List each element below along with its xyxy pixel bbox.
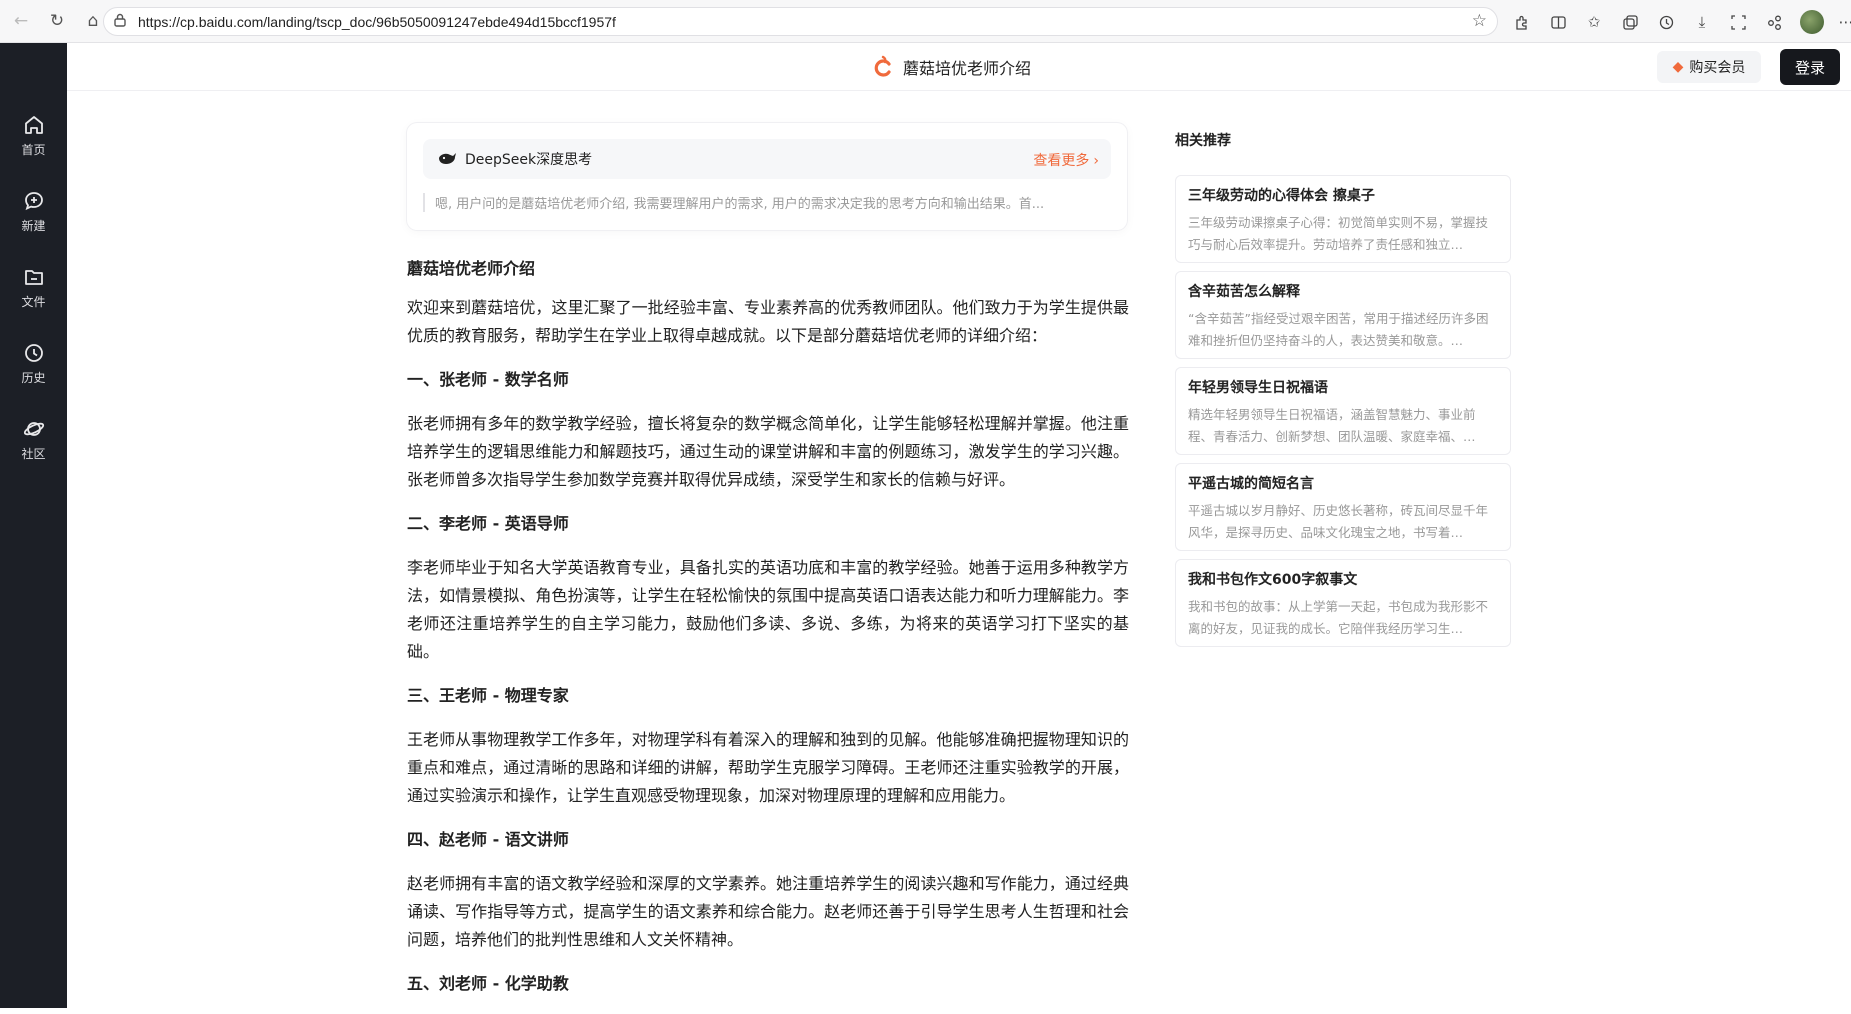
recommendation-card[interactable]: 平遥古城的简短名言 平遥古城以岁月静好、历史悠长著称，砖瓦间尽显千年风华，是探寻…: [1175, 463, 1511, 551]
sidebar-item-label: 新建: [21, 219, 46, 233]
reload-icon[interactable]: ↻: [42, 6, 72, 36]
section-heading: 二、李老师 - 英语导师: [407, 514, 569, 533]
recommendations-list: 三年级劳动的心得体会 擦桌子 三年级劳动课擦桌子心得：初觉简单实则不易，掌握技巧…: [1175, 175, 1511, 655]
folder-icon: [24, 270, 43, 285]
view-more-link[interactable]: 查看更多 ›: [1033, 150, 1099, 170]
recommendation-snippet: 三年级劳动课擦桌子心得：初觉简单实则不易，掌握技巧与耐心后效率提升。劳动培养了责…: [1188, 215, 1489, 252]
extensions-icon[interactable]: [1508, 8, 1536, 36]
history-icon[interactable]: [1652, 8, 1680, 36]
profile-avatar[interactable]: [1800, 10, 1824, 34]
site-info-icon[interactable]: [114, 13, 132, 30]
address-bar[interactable]: https://cp.baidu.com/landing/tscp_doc/96…: [103, 7, 1498, 36]
recommendation-title: 三年级劳动的心得体会 擦桌子: [1188, 188, 1375, 204]
favorite-star-icon[interactable]: ☆: [1472, 11, 1487, 31]
page-title: 蘑菇培优老师介绍: [903, 59, 1032, 78]
app-sidebar: 首页 新建 文件 历史 社区: [0, 43, 67, 1008]
more-menu-icon[interactable]: ⋯: [1832, 8, 1851, 36]
section-body: 张老师拥有多年的数学教学经验，擅长将复杂的数学概念简单化，让学生能够轻松理解并掌…: [407, 414, 1129, 489]
home-icon: [24, 116, 43, 134]
section-heading: 五、刘老师 - 化学助教: [407, 974, 569, 993]
sidebar-item-community[interactable]: 社区: [0, 417, 67, 477]
back-icon[interactable]: ←: [6, 6, 36, 36]
downloads-icon[interactable]: ⤓: [1688, 8, 1716, 36]
section-body: 赵老师拥有丰富的语文教学经验和深厚的文学素养。她注重培养学生的阅读兴趣和写作能力…: [407, 874, 1129, 949]
deepseek-header: DeepSeek深度思考 查看更多 ›: [423, 139, 1111, 179]
section-heading: 一、张老师 - 数学名师: [407, 370, 569, 389]
section-heading: 三、王老师 - 物理专家: [407, 686, 569, 705]
recommendation-snippet: 精选年轻男领导生日祝福语，涵盖智慧魅力、事业前程、青春活力、创新梦想、团队温暖、…: [1188, 407, 1476, 444]
planet-icon: [23, 422, 44, 436]
recommendations-title: 相关推荐: [1175, 133, 1231, 149]
buy-membership-label: 购买会员: [1689, 60, 1746, 76]
recommendation-title: 平遥古城的简短名言: [1188, 476, 1314, 492]
recommendation-title: 含辛茹苦怎么解释: [1188, 284, 1300, 300]
share-icon[interactable]: [1760, 8, 1788, 36]
screenshot-icon[interactable]: [1724, 8, 1752, 36]
buy-membership-button[interactable]: ◆ 购买会员: [1657, 51, 1761, 83]
article-title: 蘑菇培优老师介绍: [407, 259, 536, 278]
collections-icon[interactable]: [1616, 8, 1644, 36]
favorites-icon[interactable]: ✩: [1580, 8, 1608, 36]
sidebar-item-label: 文件: [21, 295, 46, 309]
section-body: 王老师从事物理教学工作多年，对物理学科有着深入的理解和独到的见解。他能够准确把握…: [407, 730, 1129, 805]
deepseek-excerpt: 嗯, 用户问的是蘑菇培优老师介绍, 我需要理解用户的需求, 用户的需求决定我的思…: [423, 193, 1103, 212]
article-content: 蘑菇培优老师介绍 欢迎来到蘑菇培优，这里汇聚了一批经验丰富、专业素养高的优秀教师…: [407, 252, 1129, 1014]
url-text: https://cp.baidu.com/landing/tscp_doc/96…: [138, 13, 616, 30]
view-more-label: 查看更多: [1033, 153, 1090, 169]
sidebar-item-label: 首页: [21, 143, 46, 157]
diamond-icon: ◆: [1672, 59, 1684, 75]
recommendation-card[interactable]: 三年级劳动的心得体会 擦桌子 三年级劳动课擦桌子心得：初觉简单实则不易，掌握技巧…: [1175, 175, 1511, 263]
recommendation-card[interactable]: 含辛茹苦怎么解释 “含辛茹苦”指经受过艰辛困苦，常用于描述经历许多困难和挫折但仍…: [1175, 271, 1511, 359]
recommendation-card[interactable]: 年轻男领导生日祝福语 精选年轻男领导生日祝福语，涵盖智慧魅力、事业前程、青春活力…: [1175, 367, 1511, 455]
sidebar-item-label: 社区: [21, 447, 46, 461]
clock-icon: [24, 344, 43, 362]
sidebar-item-files[interactable]: 文件: [0, 265, 67, 325]
recommendation-title: 年轻男领导生日祝福语: [1188, 380, 1328, 396]
new-chat-icon: [24, 192, 43, 211]
sidebar-item-new[interactable]: 新建: [0, 189, 67, 249]
chevron-right-icon: ›: [1093, 153, 1099, 169]
deepseek-thinking-card: DeepSeek深度思考 查看更多 › 嗯, 用户问的是蘑菇培优老师介绍, 我需要…: [407, 123, 1127, 230]
sidebar-item-history[interactable]: 历史: [0, 341, 67, 401]
deepseek-whale-icon: [439, 153, 456, 164]
split-view-icon[interactable]: [1544, 8, 1572, 36]
recommendation-title: 我和书包作文600字叙事文: [1188, 572, 1358, 588]
section-body: 李老师毕业于知名大学英语教育专业，具备扎实的英语功底和丰富的教学经验。她善于运用…: [407, 558, 1129, 661]
app-logo-icon: [874, 55, 891, 77]
section-heading: 四、赵老师 - 语文讲师: [407, 830, 569, 849]
article-intro: 欢迎来到蘑菇培优，这里汇聚了一批经验丰富、专业素养高的优秀教师团队。他们致力于为…: [407, 298, 1129, 345]
recommendation-snippet: 我和书包的故事：从上学第一天起，书包成为我形影不离的好友，见证我的成长。它陪伴我…: [1188, 599, 1489, 636]
recommendation-snippet: “含辛茹苦”指经受过艰辛困苦，常用于描述经历许多困难和挫折但仍坚持奋斗的人，表达…: [1188, 311, 1489, 348]
browser-toolbar: ← ↻ ⌂ https://cp.baidu.com/landing/tscp_…: [0, 0, 1851, 43]
deepseek-title: DeepSeek深度思考: [465, 152, 593, 168]
page-header: 蘑菇培优老师介绍 ◆ 购买会员 登录: [67, 43, 1851, 91]
login-button[interactable]: 登录: [1780, 49, 1840, 85]
recommendation-card[interactable]: 我和书包作文600字叙事文 我和书包的故事：从上学第一天起，书包成为我形影不离的…: [1175, 559, 1511, 647]
sidebar-item-home[interactable]: 首页: [0, 113, 67, 173]
recommendation-snippet: 平遥古城以岁月静好、历史悠长著称，砖瓦间尽显千年风华，是探寻历史、品味文化瑰宝之…: [1188, 503, 1489, 540]
sidebar-item-label: 历史: [21, 371, 46, 385]
